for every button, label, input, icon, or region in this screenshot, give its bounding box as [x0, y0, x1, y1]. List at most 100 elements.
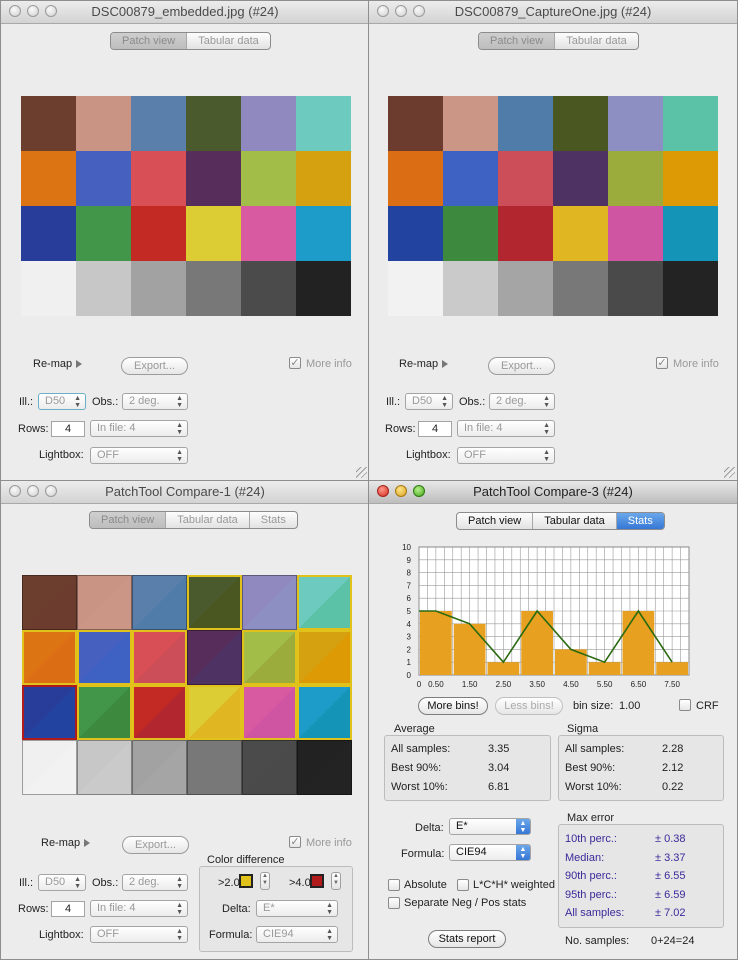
minimize-icon[interactable]	[27, 485, 39, 497]
window-titlebar[interactable]: PatchTool Compare-3 (#24)	[369, 481, 737, 504]
color-patch[interactable]	[443, 96, 498, 151]
color-patch[interactable]	[498, 261, 553, 316]
lightbox-select[interactable]: OFF ▲ ▼	[90, 447, 188, 464]
color-patch[interactable]	[132, 575, 187, 630]
color-patch[interactable]	[21, 96, 76, 151]
threshold-4-swatch[interactable]	[310, 874, 324, 888]
color-patch[interactable]	[132, 685, 187, 740]
color-patch[interactable]	[77, 685, 132, 740]
color-patch[interactable]	[553, 261, 608, 316]
color-patch[interactable]	[22, 740, 77, 795]
delta-select[interactable]: E* ▲ ▼	[449, 818, 531, 835]
tab-patch-view[interactable]: Patch view	[457, 513, 534, 529]
window-titlebar[interactable]: DSC00879_CaptureOne.jpg (#24)	[369, 1, 737, 24]
rows-input[interactable]: 4	[51, 901, 85, 917]
color-patch[interactable]	[131, 261, 186, 316]
more-info-checkbox[interactable]: ✓	[289, 357, 301, 369]
color-patch[interactable]	[443, 261, 498, 316]
color-patch[interactable]	[187, 630, 242, 685]
in-file-select[interactable]: In file: 4 ▲ ▼	[457, 420, 555, 437]
lightbox-select[interactable]: OFF ▲ ▼	[90, 926, 188, 943]
color-patch[interactable]	[76, 261, 131, 316]
color-patch[interactable]	[498, 206, 553, 261]
color-patch[interactable]	[608, 96, 663, 151]
color-patch[interactable]	[297, 575, 352, 630]
color-patch[interactable]	[186, 206, 241, 261]
threshold-2-swatch[interactable]	[239, 874, 253, 888]
color-patch[interactable]	[77, 740, 132, 795]
lch-weighted-checkbox[interactable]	[457, 879, 469, 891]
in-file-select[interactable]: In file: 4 ▲ ▼	[90, 420, 188, 437]
illuminant-select[interactable]: D50 ▲ ▼	[38, 874, 86, 891]
remap-toggle[interactable]: Re-map	[399, 358, 449, 370]
absolute-checkbox[interactable]	[388, 879, 400, 891]
minimize-icon[interactable]	[395, 485, 407, 497]
formula-select[interactable]: CIE94 ▲ ▼	[449, 844, 531, 861]
lightbox-select[interactable]: OFF ▲ ▼	[457, 447, 555, 464]
color-patch[interactable]	[21, 206, 76, 261]
color-patch[interactable]	[242, 575, 297, 630]
color-patch[interactable]	[76, 151, 131, 206]
color-patch[interactable]	[131, 151, 186, 206]
close-icon[interactable]	[9, 485, 21, 497]
threshold-4-stepper[interactable]: ▲ ▼	[331, 872, 341, 890]
tab-tabular-data[interactable]: Tabular data	[555, 33, 638, 49]
color-patch[interactable]	[77, 630, 132, 685]
zoom-icon[interactable]	[45, 5, 57, 17]
color-patch[interactable]	[22, 630, 77, 685]
color-patch[interactable]	[663, 206, 718, 261]
resize-grip-icon[interactable]	[724, 467, 735, 478]
color-patch[interactable]	[608, 261, 663, 316]
tab-stats[interactable]: Stats	[250, 512, 297, 528]
color-patch[interactable]	[241, 96, 296, 151]
color-patch[interactable]	[296, 151, 351, 206]
color-patch[interactable]	[553, 96, 608, 151]
color-patch[interactable]	[443, 206, 498, 261]
color-patch[interactable]	[498, 96, 553, 151]
color-patch[interactable]	[242, 630, 297, 685]
rows-input[interactable]: 4	[418, 421, 452, 437]
export-button[interactable]: Export...	[121, 357, 188, 375]
color-patch[interactable]	[76, 96, 131, 151]
color-patch[interactable]	[76, 206, 131, 261]
crf-checkbox[interactable]	[679, 699, 691, 711]
color-patch[interactable]	[388, 96, 443, 151]
zoom-icon[interactable]	[45, 485, 57, 497]
window-titlebar[interactable]: PatchTool Compare-1 (#24)	[1, 481, 369, 504]
observer-select[interactable]: 2 deg. ▲ ▼	[122, 393, 188, 410]
close-icon[interactable]	[9, 5, 21, 17]
color-patch[interactable]	[242, 685, 297, 740]
color-patch[interactable]	[187, 740, 242, 795]
color-patch[interactable]	[242, 740, 297, 795]
tab-patch-view[interactable]: Patch view	[479, 33, 556, 49]
zoom-icon[interactable]	[413, 485, 425, 497]
color-patch[interactable]	[296, 206, 351, 261]
color-patch[interactable]	[297, 740, 352, 795]
zoom-icon[interactable]	[413, 5, 425, 17]
color-patch[interactable]	[241, 151, 296, 206]
color-patch[interactable]	[186, 96, 241, 151]
separate-stats-checkbox[interactable]	[388, 897, 400, 909]
resize-grip-icon[interactable]	[356, 467, 367, 478]
color-patch[interactable]	[663, 96, 718, 151]
in-file-select[interactable]: In file: 4 ▲ ▼	[90, 900, 188, 917]
more-info-checkbox[interactable]: ✓	[289, 836, 301, 848]
tab-tabular-data[interactable]: Tabular data	[533, 513, 617, 529]
export-button[interactable]: Export...	[122, 836, 189, 854]
rows-input[interactable]: 4	[51, 421, 85, 437]
color-patch[interactable]	[132, 630, 187, 685]
color-patch[interactable]	[553, 206, 608, 261]
observer-select[interactable]: 2 deg. ▲ ▼	[489, 393, 555, 410]
color-patch[interactable]	[443, 151, 498, 206]
color-patch[interactable]	[297, 630, 352, 685]
color-patch[interactable]	[22, 575, 77, 630]
color-patch[interactable]	[77, 575, 132, 630]
minimize-icon[interactable]	[27, 5, 39, 17]
illuminant-select[interactable]: D50 ▲ ▼	[38, 393, 86, 410]
color-patch[interactable]	[186, 151, 241, 206]
stats-report-button[interactable]: Stats report	[428, 930, 506, 948]
color-patch[interactable]	[296, 96, 351, 151]
color-patch[interactable]	[187, 575, 242, 630]
color-patch[interactable]	[663, 151, 718, 206]
color-patch[interactable]	[132, 740, 187, 795]
